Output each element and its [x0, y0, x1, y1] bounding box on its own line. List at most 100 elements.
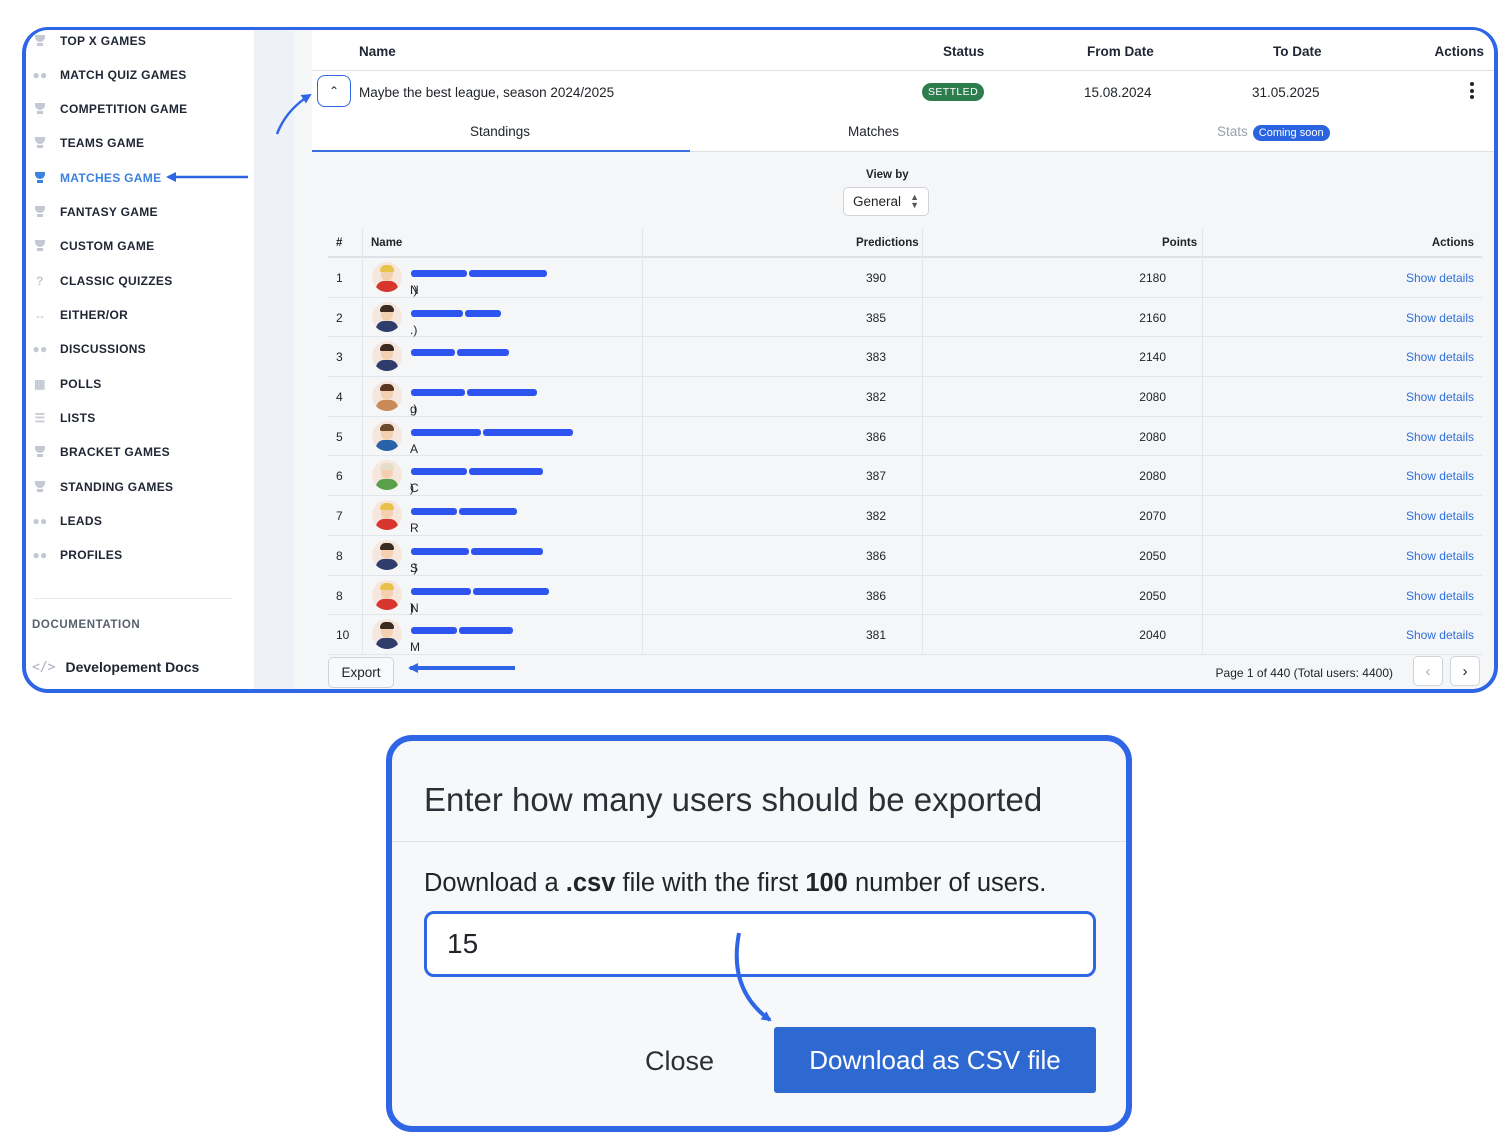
trophy-icon — [32, 136, 48, 150]
show-details-link[interactable]: Show details — [1406, 549, 1474, 563]
bar-chart-icon: ▦ — [34, 377, 46, 391]
user-name-redacted: M — [410, 627, 514, 654]
sidebar-item-standing-games[interactable]: STANDING GAMES — [32, 477, 173, 497]
export-count-input[interactable]: 15 — [424, 911, 1096, 977]
sidebar-item-bracket-games[interactable]: BRACKET GAMES — [32, 442, 170, 462]
show-details-link[interactable]: Show details — [1406, 271, 1474, 285]
points-cell: 2070 — [1139, 509, 1166, 524]
sidebar-gutter — [254, 30, 294, 689]
sidebar-item-either-or[interactable]: ↔ EITHER/OR — [32, 305, 128, 325]
export-button[interactable]: Export — [328, 657, 394, 688]
show-details-link[interactable]: Show details — [1406, 430, 1474, 444]
user-name-redacted: g.) — [410, 389, 538, 416]
table-row: 8 N) 386 2050 Show details — [328, 576, 1482, 616]
sidebar-item-top-x-games[interactable]: TOP X GAMES — [32, 31, 146, 51]
sidebar-item-matches-game[interactable]: MATCHES GAME — [32, 168, 161, 188]
modal-title: Enter how many users should be exported — [424, 781, 1043, 818]
redaction-bar — [411, 428, 481, 436]
header-actions: Actions — [1434, 44, 1484, 59]
sidebar: TOP X GAMES ●● MATCH QUIZ GAMES COMPETITI… — [26, 30, 254, 689]
standings-rows: 1 N.) 390 2180 Show details 2.) 385 2160 Show de… — [328, 258, 1482, 655]
next-page-button[interactable]: › — [1450, 656, 1480, 686]
points-cell: 2040 — [1139, 628, 1166, 643]
sidebar-item-custom-game[interactable]: CUSTOM GAME — [32, 236, 154, 256]
view-by-label: View by — [866, 169, 909, 181]
redaction-bar — [411, 389, 465, 397]
status-badge: SETTLED — [922, 83, 985, 101]
redaction-bar — [467, 389, 537, 397]
redaction-bar — [411, 309, 463, 317]
show-details-link[interactable]: Show details — [1406, 628, 1474, 642]
redaction-bar — [483, 428, 573, 436]
sidebar-item-polls[interactable]: ▦ POLLS — [32, 374, 102, 394]
view-by-select[interactable]: General ▲ ▼ — [843, 187, 929, 216]
chat-bubbles-icon: ●● — [32, 68, 48, 82]
avatar — [372, 301, 402, 332]
prev-page-button[interactable]: ‹ — [1413, 656, 1443, 686]
kebab-menu-icon[interactable] — [1470, 82, 1474, 102]
tab-standings[interactable]: Standings — [470, 124, 530, 139]
league-row: ⌃ Maybe the best league, season 2024/202… — [312, 71, 1494, 115]
sidebar-item-teams-game[interactable]: TEAMS GAME — [32, 133, 144, 153]
predictions-cell: 387 — [865, 469, 886, 484]
sidebar-item-competition-game[interactable]: COMPETITION GAME — [32, 99, 187, 119]
table-row: 10 M 381 2040 Show details — [328, 615, 1482, 655]
redaction-bar — [411, 468, 467, 476]
sidebar-item-fantasy-game[interactable]: FANTASY GAME — [32, 202, 158, 222]
header-to-date: To Date — [1273, 44, 1322, 59]
show-details-link[interactable]: Show details — [1406, 509, 1474, 523]
table-row: 8 S.) 386 2050 Show details — [328, 536, 1482, 576]
sidebar-item-lists[interactable]: ☰ LISTS — [32, 408, 96, 428]
table-row: 3 383 2140 Show details — [328, 337, 1482, 378]
predictions-cell: 386 — [865, 548, 886, 563]
col-actions: Actions — [1431, 237, 1474, 249]
table-row: 6 C) 387 2080 Show details — [328, 456, 1482, 497]
show-details-link[interactable]: Show details — [1406, 311, 1474, 325]
league-from-date: 15.08.2024 — [1084, 85, 1152, 100]
avatar — [372, 262, 402, 292]
sidebar-item-developement-docs[interactable]: </> Developement Docs — [32, 659, 199, 675]
show-details-link[interactable]: Show details — [1406, 469, 1474, 483]
close-button[interactable]: Close — [645, 1046, 714, 1077]
sidebar-item-match-quiz-games[interactable]: ●● MATCH QUIZ GAMES — [32, 65, 187, 85]
avatar — [372, 579, 402, 610]
league-tabs: Standings Matches Stats Coming soon — [312, 115, 1494, 152]
download-csv-button[interactable]: Download as CSV file — [774, 1027, 1096, 1093]
show-details-link[interactable]: Show details — [1406, 390, 1474, 404]
sidebar-item-leads[interactable]: ●● LEADS — [32, 511, 102, 531]
show-details-link[interactable]: Show details — [1406, 589, 1474, 603]
redaction-bar — [411, 627, 457, 635]
predictions-cell: 382 — [865, 509, 886, 524]
redaction-bar — [465, 309, 501, 317]
rank-cell: 10 — [336, 628, 350, 643]
sidebar-item-classic-quizzes[interactable]: ? CLASSIC QUIZZES — [32, 271, 173, 291]
modal-header-divider — [392, 841, 1126, 842]
tab-stats[interactable]: Stats Coming soon — [1217, 124, 1330, 141]
documentation-heading: DOCUMENTATION — [32, 619, 141, 631]
sidebar-item-profiles[interactable]: ●● PROFILES — [32, 545, 122, 565]
code-icon: </> — [32, 659, 56, 675]
redaction-bar — [411, 587, 471, 595]
redaction-bar — [469, 270, 547, 277]
avatar — [372, 420, 402, 451]
user-name-redacted: S.) — [410, 547, 544, 575]
modal-description: Download a .csv file with the first 100 … — [424, 869, 1047, 897]
trophy-icon — [32, 205, 48, 219]
predictions-cell: 386 — [865, 429, 886, 444]
user-name-redacted: N) — [410, 587, 550, 615]
points-cell: 2080 — [1139, 390, 1166, 405]
avatar — [372, 619, 402, 650]
table-row: 1 N.) 390 2180 Show details — [328, 258, 1482, 298]
table-row: 7 R 382 2070 Show details — [328, 496, 1482, 536]
sidebar-item-discussions[interactable]: ●● DISCUSSIONS — [32, 339, 146, 359]
main-content: Name Status From Date To Date Actions ⌃ … — [294, 30, 1494, 689]
redaction-bar — [411, 270, 467, 277]
header-status: Status — [943, 44, 985, 59]
pagination-text: Page 1 of 440 (Total users: 4400) — [1215, 666, 1393, 680]
collapse-toggle-button[interactable]: ⌃ — [317, 75, 351, 107]
avatar — [372, 460, 402, 491]
tab-matches[interactable]: Matches — [848, 124, 899, 139]
show-details-link[interactable]: Show details — [1406, 350, 1474, 364]
chevron-up-icon: ⌃ — [328, 84, 340, 98]
avatar — [372, 341, 402, 372]
